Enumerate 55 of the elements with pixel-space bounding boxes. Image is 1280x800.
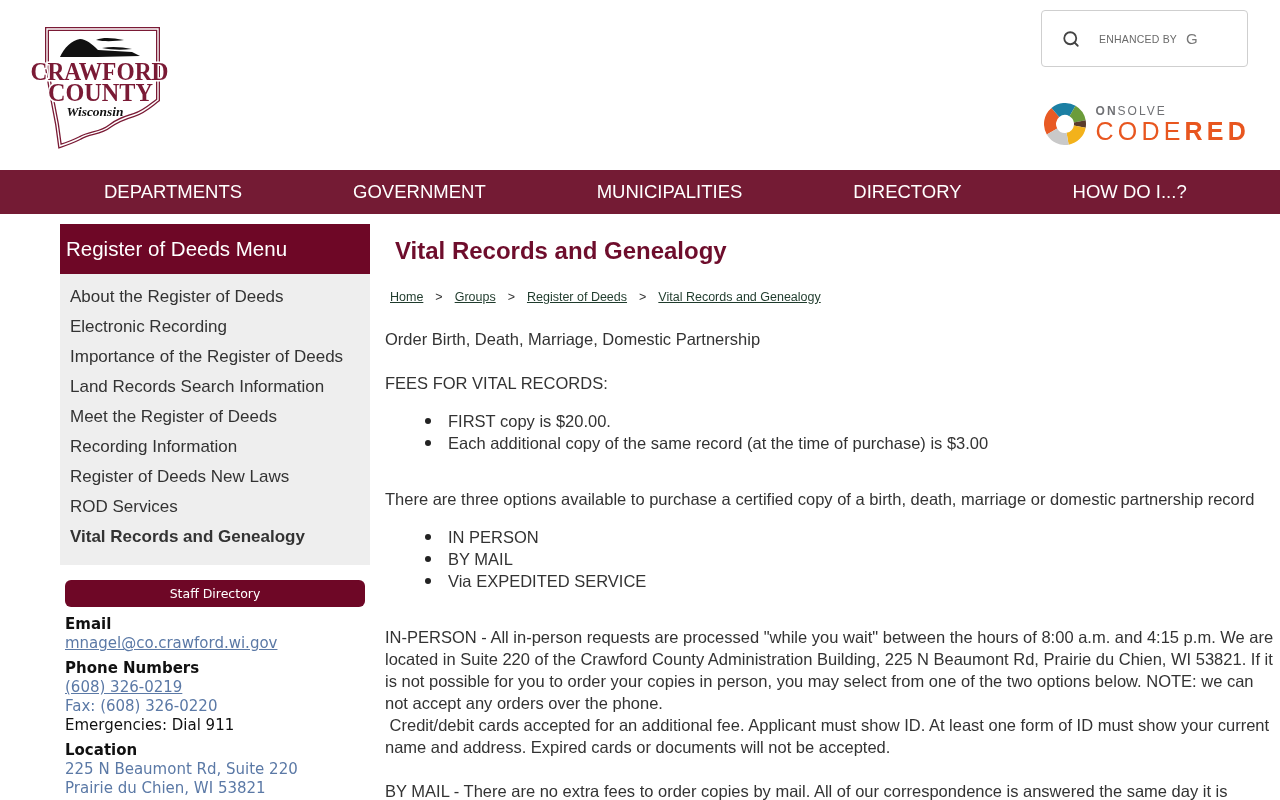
breadcrumb-link[interactable]: Groups: [454, 288, 496, 306]
contact-heading: Location: [65, 741, 138, 760]
list-item-text: IN PERSON: [448, 527, 539, 548]
body-paragraph: IN-PERSON - All in-person requests are processed "while you wait" between the hours of 8:00 a.m. and 4:15 p.m. We are located in Suite 220 of the Crawford County Administration Building, 225 N Beaumont Rd, Prairie du Chien, WI 53821. If it is not possible for you to order your copies in person, you may select from one of the two options below. NOTE: we can not accept any orders over the phone. Credit/debit cards accepted for an additional fee. Applicant must show ID. At least one form of ID must show your current name and address. Expired cards or documents will not be accepted.: [385, 627, 1275, 758]
breadcrumb-link[interactable]: Register of Deeds: [526, 288, 628, 306]
breadcrumb-link[interactable]: Vital Records and Genealogy: [658, 288, 821, 306]
contact-heading: Phone Numbers: [65, 659, 200, 678]
list-item-text: BY MAIL: [448, 549, 513, 570]
sidebar-item[interactable]: Recording Information: [70, 432, 238, 462]
body-paragraph: Order Birth, Death, Marriage, Domestic Partnership: [385, 329, 762, 350]
sidebar-item[interactable]: Electronic Recording: [70, 312, 227, 342]
bullet-icon: [425, 556, 431, 562]
enhanced-by-label: ENHANCED BY: [1099, 32, 1178, 45]
sidebar-item[interactable]: Register of Deeds New Laws: [70, 462, 290, 492]
contact-text: Emergencies: Dial 911: [65, 716, 235, 735]
sidebar-title: Register of Deeds Menu: [60, 224, 370, 274]
page-title: Vital Records and Genealogy: [395, 236, 727, 266]
breadcrumb-link[interactable]: Home: [390, 288, 424, 306]
nav-link[interactable]: GOVERNMENT: [353, 180, 486, 204]
body-paragraph: BY MAIL - There are no extra fees to order copies by mail. All of our correspondence is answered the same day it is: [385, 781, 1229, 800]
logo-small-wordmark: ONSOLVE: [1095, 104, 1167, 118]
bullet-icon: [425, 440, 431, 446]
contact-info-text: Prairie du Chien, WI 53821: [65, 779, 266, 798]
body-paragraph: There are three options available to purchase a certified copy of a birth, death, marriage or domestic partnership record: [385, 489, 1256, 510]
ring-logo-icon: [1043, 103, 1086, 145]
list-item-text: Each additional copy of the same record (at the time of purchase) is $3.00: [448, 433, 989, 454]
sidebar-item[interactable]: Meet the Register of Deeds: [70, 402, 277, 432]
staff-directory-button[interactable]: Staff Directory: [65, 580, 365, 607]
list-item-text: Via EXPEDITED SERVICE: [448, 571, 647, 592]
brand-letter: G: [1186, 30, 1198, 47]
sidebar-item[interactable]: Importance of the Register of Deeds: [70, 342, 344, 372]
sidebar-item[interactable]: Land Records Search Information: [70, 372, 325, 402]
nav-link[interactable]: MUNICIPALITIES: [596, 180, 743, 204]
nav-link[interactable]: DEPARTMENTS: [104, 180, 243, 204]
contact-info-text: 225 N Beaumont Rd, Suite 220: [65, 760, 298, 779]
sidebar-item[interactable]: About the Register of Deeds: [70, 282, 284, 312]
breadcrumb-separator: >: [507, 289, 515, 306]
search-field[interactable]: ENHANCED BY G: [1041, 10, 1248, 67]
contact-info-text: Fax: (608) 326-0220: [65, 697, 218, 716]
bullet-icon: [425, 534, 431, 540]
logo-wordmark: CODERED: [1095, 117, 1250, 144]
bullet-icon: [425, 418, 431, 424]
nav-link[interactable]: DIRECTORY: [853, 180, 962, 204]
sidebar-item[interactable]: Vital Records and Genealogy: [70, 522, 305, 552]
search-icon: [1062, 29, 1080, 48]
contact-link[interactable]: (608) 326-0219: [65, 678, 183, 697]
breadcrumb-separator: >: [639, 289, 647, 306]
breadcrumb-separator: >: [435, 289, 443, 306]
contact-heading: Email: [65, 615, 112, 634]
list-item-text: FIRST copy is $20.00.: [448, 411, 611, 432]
bullet-icon: [425, 578, 431, 584]
body-paragraph: FEES FOR VITAL RECORDS:: [385, 373, 609, 394]
nav-link[interactable]: HOW DO I...?: [1072, 180, 1187, 204]
sidebar-item[interactable]: ROD Services: [70, 492, 178, 522]
contact-link[interactable]: mnagel@co.crawford.wi.gov: [65, 634, 278, 653]
